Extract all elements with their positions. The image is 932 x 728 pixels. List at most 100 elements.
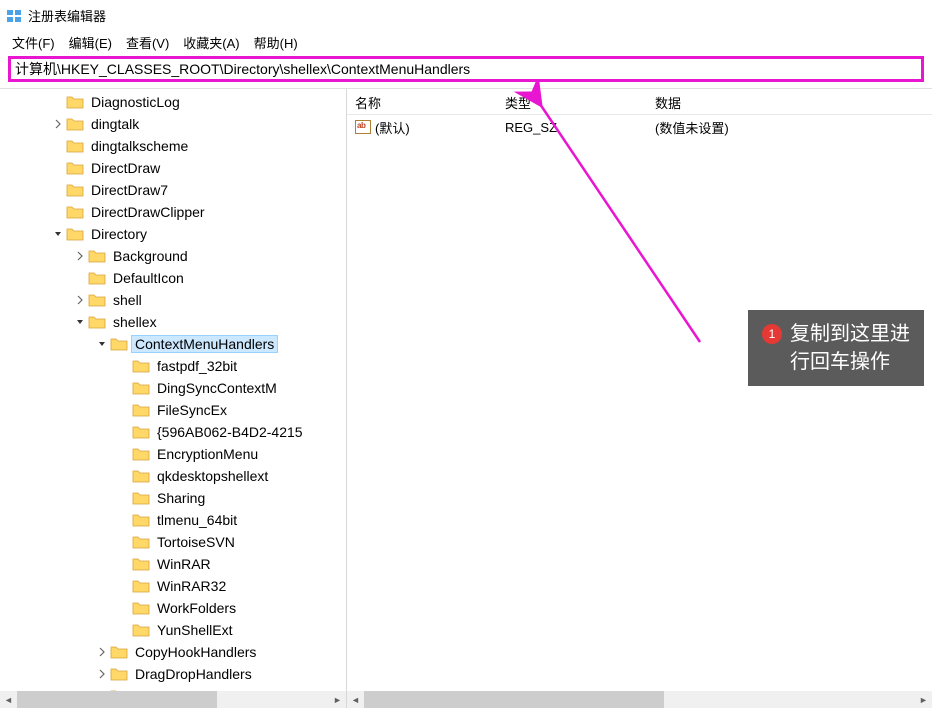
chevron-down-icon[interactable] bbox=[72, 314, 88, 330]
scroll-right-button[interactable]: ► bbox=[915, 691, 932, 708]
tree-pane: DiagnosticLog dingtalk dingtalkscheme Direc… bbox=[0, 89, 346, 708]
column-type[interactable]: 类型 bbox=[497, 89, 647, 114]
menu-view[interactable]: 查看(V) bbox=[120, 31, 175, 54]
tree-horizontal-scrollbar[interactable]: ◄ ► bbox=[0, 691, 346, 708]
address-bar[interactable] bbox=[15, 61, 917, 77]
tree-item-label: qkdesktopshellext bbox=[154, 468, 271, 484]
folder-icon bbox=[132, 601, 150, 615]
cell-data: (数值未设置) bbox=[647, 116, 932, 139]
folder-icon bbox=[66, 183, 84, 197]
scroll-track[interactable] bbox=[364, 691, 915, 708]
tree-item[interactable]: DirectDraw bbox=[0, 157, 346, 179]
tree-item[interactable]: dingtalk bbox=[0, 113, 346, 135]
tree-item[interactable]: TortoiseSVN bbox=[0, 531, 346, 553]
tree-item-label: EncryptionMenu bbox=[154, 446, 261, 462]
tree-item[interactable]: {596AB062-B4D2-4215 bbox=[0, 421, 346, 443]
titlebar: 注册表编辑器 bbox=[0, 0, 932, 30]
folder-icon bbox=[66, 139, 84, 153]
tree-item[interactable]: FileSyncEx bbox=[0, 399, 346, 421]
scroll-left-button[interactable]: ◄ bbox=[347, 691, 364, 708]
folder-icon bbox=[132, 403, 150, 417]
window-title: 注册表编辑器 bbox=[28, 6, 106, 25]
tree-item[interactable]: EncryptionMenu bbox=[0, 443, 346, 465]
app-icon bbox=[6, 7, 22, 23]
cell-type: REG_SZ bbox=[497, 118, 647, 137]
scroll-thumb[interactable] bbox=[364, 691, 664, 708]
scroll-right-button[interactable]: ► bbox=[329, 691, 346, 708]
tree-item[interactable]: tlmenu_64bit bbox=[0, 509, 346, 531]
tree-item[interactable]: YunShellExt bbox=[0, 619, 346, 641]
tree-item[interactable]: DirectDrawClipper bbox=[0, 201, 346, 223]
folder-icon bbox=[66, 227, 84, 241]
column-name[interactable]: 名称 bbox=[347, 89, 497, 114]
folder-icon bbox=[66, 117, 84, 131]
tree-item-label: CopyHookHandlers bbox=[132, 644, 259, 660]
folder-icon bbox=[110, 667, 128, 681]
tree-item[interactable]: CopyHookHandlers bbox=[0, 641, 346, 663]
tree-item-label: Background bbox=[110, 248, 191, 264]
tree-item[interactable]: DingSyncContextM bbox=[0, 377, 346, 399]
tree-item[interactable]: Background bbox=[0, 245, 346, 267]
tree-item-label: tlmenu_64bit bbox=[154, 512, 240, 528]
tree-item-label: Sharing bbox=[154, 490, 208, 506]
chevron-right-icon[interactable] bbox=[94, 644, 110, 660]
chevron-right-icon[interactable] bbox=[72, 248, 88, 264]
tree-item[interactable]: DefaultIcon bbox=[0, 267, 346, 289]
tree-item[interactable]: Sharing bbox=[0, 487, 346, 509]
tree-item-label: DirectDraw7 bbox=[88, 182, 171, 198]
annotation-callout: 1 复制到这里进 行回车操作 bbox=[748, 310, 924, 386]
chevron-right-icon[interactable] bbox=[72, 292, 88, 308]
folder-icon bbox=[132, 469, 150, 483]
folder-icon bbox=[110, 337, 128, 351]
tree-item[interactable]: DiagnosticLog bbox=[0, 91, 346, 113]
tree-item[interactable]: WinRAR32 bbox=[0, 575, 346, 597]
tree-item-label: YunShellExt bbox=[154, 622, 236, 638]
tree-item-label: ContextMenuHandlers bbox=[132, 336, 277, 352]
chevron-down-icon[interactable] bbox=[50, 226, 66, 242]
reg-string-icon bbox=[355, 120, 371, 134]
tree-item-label: WinRAR bbox=[154, 556, 214, 572]
tree-item[interactable]: DirectDraw7 bbox=[0, 179, 346, 201]
tree-item[interactable]: dingtalkscheme bbox=[0, 135, 346, 157]
tree-item-label: {596AB062-B4D2-4215 bbox=[154, 424, 306, 440]
tree-item[interactable]: DragDropHandlers bbox=[0, 663, 346, 685]
callout-badge: 1 bbox=[762, 324, 782, 344]
tree-item-label: dingtalkscheme bbox=[88, 138, 191, 154]
menu-edit[interactable]: 编辑(E) bbox=[63, 31, 118, 54]
tree-item-label: DirectDraw bbox=[88, 160, 163, 176]
tree-item[interactable]: ContextMenuHandlers bbox=[0, 333, 346, 355]
folder-icon bbox=[66, 95, 84, 109]
tree-item[interactable]: shell bbox=[0, 289, 346, 311]
menu-help[interactable]: 帮助(H) bbox=[248, 31, 304, 54]
tree-item[interactable]: qkdesktopshellext bbox=[0, 465, 346, 487]
folder-icon bbox=[132, 425, 150, 439]
folder-icon bbox=[132, 513, 150, 527]
menu-favorites[interactable]: 收藏夹(A) bbox=[177, 31, 245, 54]
scroll-track[interactable] bbox=[17, 691, 329, 708]
folder-icon bbox=[88, 293, 106, 307]
tree-item[interactable]: Directory bbox=[0, 223, 346, 245]
menu-file[interactable]: 文件(F) bbox=[6, 31, 61, 54]
chevron-right-icon[interactable] bbox=[50, 116, 66, 132]
cell-name: (默认) bbox=[347, 116, 497, 139]
tree-item[interactable]: WinRAR bbox=[0, 553, 346, 575]
list-horizontal-scrollbar[interactable]: ◄ ► bbox=[347, 691, 932, 708]
list-row[interactable]: (默认) REG_SZ (数值未设置) bbox=[347, 115, 932, 137]
tree-item-label: DragDropHandlers bbox=[132, 666, 255, 682]
tree-item[interactable]: shellex bbox=[0, 311, 346, 333]
tree-item[interactable]: WorkFolders bbox=[0, 597, 346, 619]
folder-icon bbox=[110, 645, 128, 659]
tree-item-label: shellex bbox=[110, 314, 160, 330]
folder-icon bbox=[88, 249, 106, 263]
chevron-right-icon[interactable] bbox=[94, 666, 110, 682]
chevron-down-icon[interactable] bbox=[94, 336, 110, 352]
column-data[interactable]: 数据 bbox=[647, 89, 932, 114]
folder-icon bbox=[132, 359, 150, 373]
tree-item-label: FileSyncEx bbox=[154, 402, 230, 418]
tree-item-label: dingtalk bbox=[88, 116, 142, 132]
tree-item[interactable]: fastpdf_32bit bbox=[0, 355, 346, 377]
scroll-left-button[interactable]: ◄ bbox=[0, 691, 17, 708]
list-pane: 名称 类型 数据 (默认) REG_SZ (数值未设置) ◄ ► bbox=[347, 89, 932, 708]
folder-icon bbox=[132, 491, 150, 505]
scroll-thumb[interactable] bbox=[17, 691, 217, 708]
